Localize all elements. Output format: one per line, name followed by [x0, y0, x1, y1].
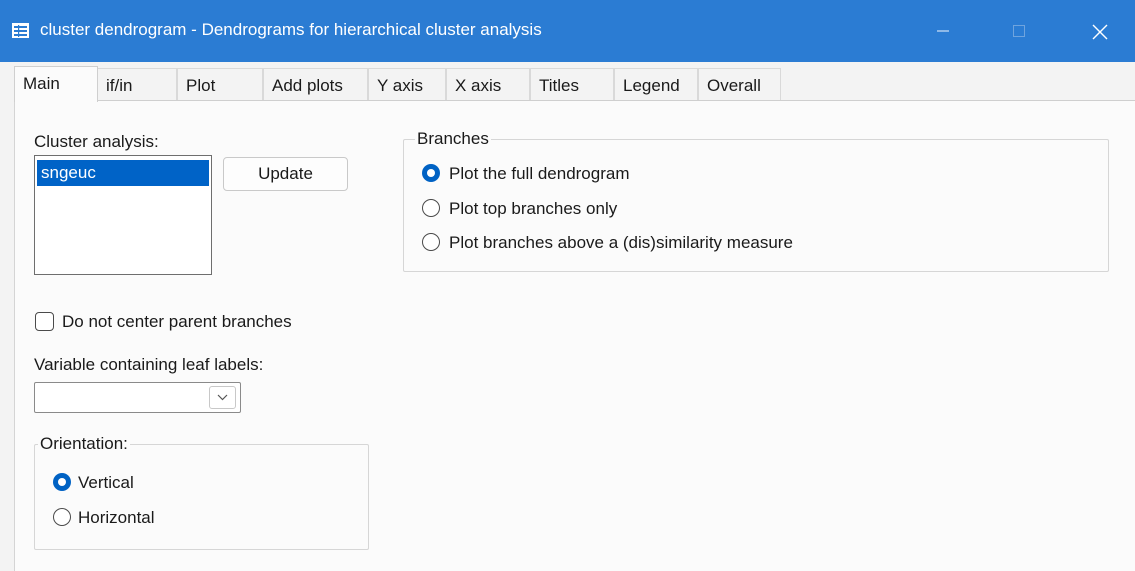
- tab-if-in[interactable]: if/in: [97, 68, 177, 101]
- cluster-analysis-list[interactable]: sngeuc: [34, 155, 212, 275]
- maximize-icon: [1013, 25, 1025, 37]
- update-button[interactable]: Update: [223, 157, 348, 191]
- leaf-labels-label: Variable containing leaf labels:: [34, 355, 264, 374]
- branches-title: Branches: [415, 129, 491, 149]
- tab-titles[interactable]: Titles: [530, 68, 614, 101]
- cluster-analysis-label: Cluster analysis:: [34, 132, 159, 151]
- orientation-title: Orientation:: [38, 434, 130, 454]
- horizontal-radio[interactable]: [53, 508, 71, 526]
- tab-y-axis[interactable]: Y axis: [368, 68, 446, 101]
- full-dendrogram-label[interactable]: Plot the full dendrogram: [449, 164, 630, 184]
- dialog-table-icon: [12, 23, 29, 38]
- horizontal-label[interactable]: Horizontal: [78, 508, 155, 528]
- tab-strip: Main if/in Plot Add plots Y axis X axis …: [0, 62, 1135, 102]
- tab-main[interactable]: Main: [14, 66, 98, 102]
- tab-legend[interactable]: Legend: [614, 68, 698, 101]
- close-icon: [1092, 24, 1108, 40]
- vertical-radio[interactable]: [53, 473, 71, 491]
- vertical-label[interactable]: Vertical: [78, 473, 134, 493]
- center-parent-label[interactable]: Do not center parent branches: [62, 312, 292, 332]
- above-measure-radio[interactable]: [422, 233, 440, 251]
- minimize-button[interactable]: [914, 0, 974, 62]
- list-item[interactable]: sngeuc: [37, 160, 209, 186]
- top-branches-label[interactable]: Plot top branches only: [449, 199, 617, 219]
- minimize-icon: [937, 30, 949, 32]
- leaf-labels-dropdown[interactable]: [34, 382, 241, 413]
- close-button[interactable]: [1070, 0, 1130, 62]
- title-bar[interactable]: cluster dendrogram - Dendrograms for hie…: [0, 0, 1135, 62]
- chevron-down-icon: [217, 394, 228, 401]
- orientation-group: [34, 444, 369, 550]
- maximize-button[interactable]: [990, 0, 1050, 62]
- tab-add-plots[interactable]: Add plots: [263, 68, 368, 101]
- window-title: cluster dendrogram - Dendrograms for hie…: [40, 20, 542, 39]
- tab-plot[interactable]: Plot: [177, 68, 263, 101]
- tab-overall[interactable]: Overall: [698, 68, 781, 101]
- above-measure-label[interactable]: Plot branches above a (dis)similarity me…: [449, 233, 793, 253]
- full-dendrogram-radio[interactable]: [422, 164, 440, 182]
- tab-x-axis[interactable]: X axis: [446, 68, 530, 101]
- center-parent-checkbox[interactable]: [35, 312, 54, 331]
- top-branches-radio[interactable]: [422, 199, 440, 217]
- dropdown-button[interactable]: [209, 386, 236, 409]
